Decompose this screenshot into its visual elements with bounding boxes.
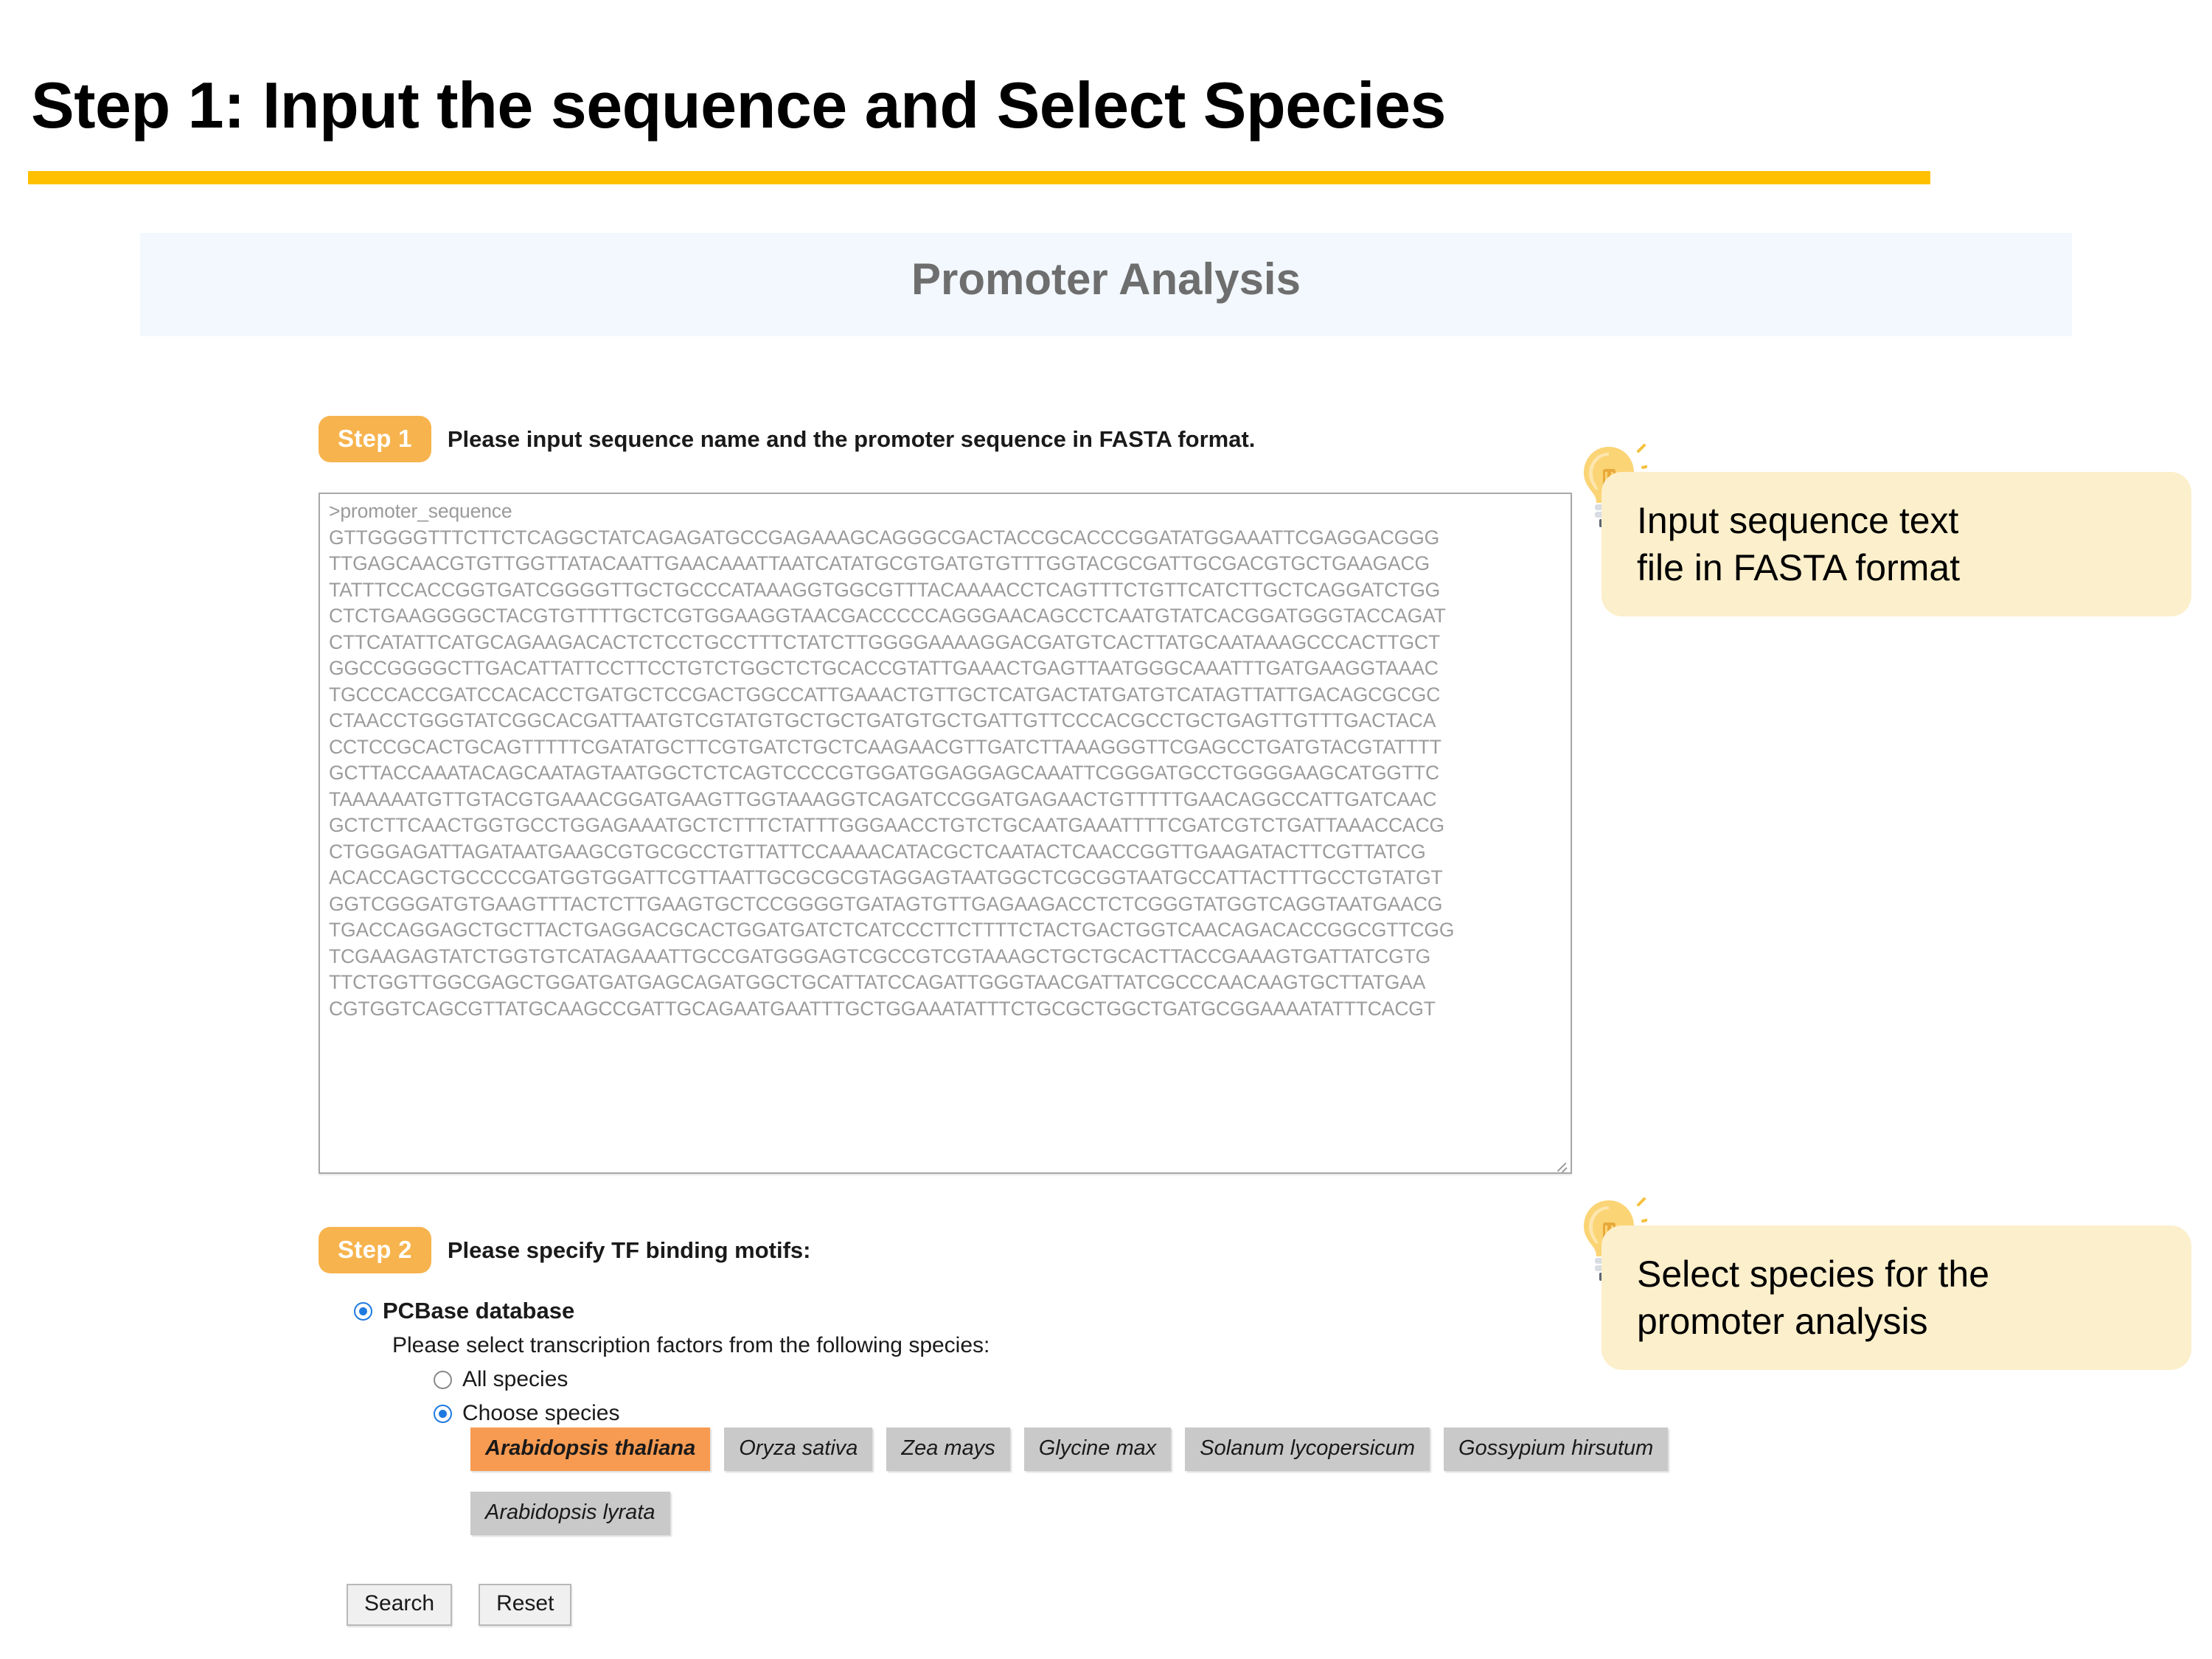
- radio-choose-species[interactable]: Choose species: [434, 1401, 619, 1426]
- app-title: Promoter Analysis: [911, 254, 1301, 304]
- step-2-instruction: Please specify TF binding motifs:: [447, 1237, 811, 1263]
- species-chip-arabidopsis-lyrata[interactable]: Arabidopsis lyrata: [470, 1492, 670, 1535]
- step-1-badge: Step 1: [319, 416, 431, 462]
- step-2-row: Step 2 Please specify TF binding motifs:: [319, 1227, 810, 1273]
- title-underline-bar: [28, 171, 1930, 184]
- step-1-row: Step 1 Please input sequence name and th…: [319, 416, 1255, 462]
- species-chip-solanum-lycopersicum[interactable]: Solanum lycopersicum: [1185, 1427, 1430, 1471]
- radio-pcbase-label: PCBase database: [383, 1298, 575, 1324]
- radio-all-species[interactable]: All species: [434, 1367, 568, 1392]
- search-button[interactable]: Search: [347, 1584, 453, 1626]
- step-1-instruction: Please input sequence name and the promo…: [447, 425, 1256, 452]
- species-chip-arabidopsis-thaliana[interactable]: Arabidopsis thaliana: [470, 1427, 711, 1471]
- radio-button-icon[interactable]: [434, 1404, 452, 1423]
- sequence-text: >promoter_sequence GTTGGGGTTTCTTCTCAGGCT…: [329, 500, 1455, 1020]
- app-header-band: Promoter Analysis: [140, 233, 2072, 336]
- radio-button-icon[interactable]: [354, 1301, 372, 1321]
- callout-input-sequence: Input sequence text file in FASTA format: [1601, 472, 2191, 616]
- callout-select-species: Select species for the promoter analysis: [1601, 1225, 2191, 1370]
- callout-select-species-text: Select species for the promoter analysis: [1637, 1253, 1990, 1342]
- species-chip-oryza-sativa[interactable]: Oryza sativa: [724, 1427, 873, 1471]
- radio-choose-species-label: Choose species: [462, 1401, 620, 1425]
- radio-pcbase-database[interactable]: PCBase database: [354, 1298, 574, 1324]
- action-button-group: Search Reset: [347, 1584, 572, 1626]
- radio-all-species-label: All species: [462, 1367, 568, 1391]
- species-chip-zea-mays[interactable]: Zea mays: [886, 1427, 1010, 1471]
- textarea-resize-handle[interactable]: [1554, 1158, 1568, 1171]
- page-title: Step 1: Input the sequence and Select Sp…: [31, 69, 1446, 142]
- species-instruction: Please select transcription factors from…: [392, 1333, 990, 1357]
- species-chip-gossypium-hirsutum[interactable]: Gossypium hirsutum: [1444, 1427, 1669, 1471]
- radio-button-icon[interactable]: [434, 1370, 452, 1389]
- step-2-badge: Step 2: [319, 1227, 431, 1273]
- reset-button[interactable]: Reset: [479, 1584, 572, 1626]
- species-chip-list: Arabidopsis thaliana Oryza sativa Zea ma…: [470, 1427, 1871, 1535]
- sequence-input-textarea[interactable]: >promoter_sequence GTTGGGGTTTCTTCTCAGGCT…: [319, 493, 1572, 1174]
- slide-canvas: Step 1: Input the sequence and Select Sp…: [0, 0, 2212, 1659]
- species-chip-glycine-max[interactable]: Glycine max: [1023, 1427, 1172, 1471]
- callout-input-sequence-text: Input sequence text file in FASTA format: [1637, 500, 1961, 588]
